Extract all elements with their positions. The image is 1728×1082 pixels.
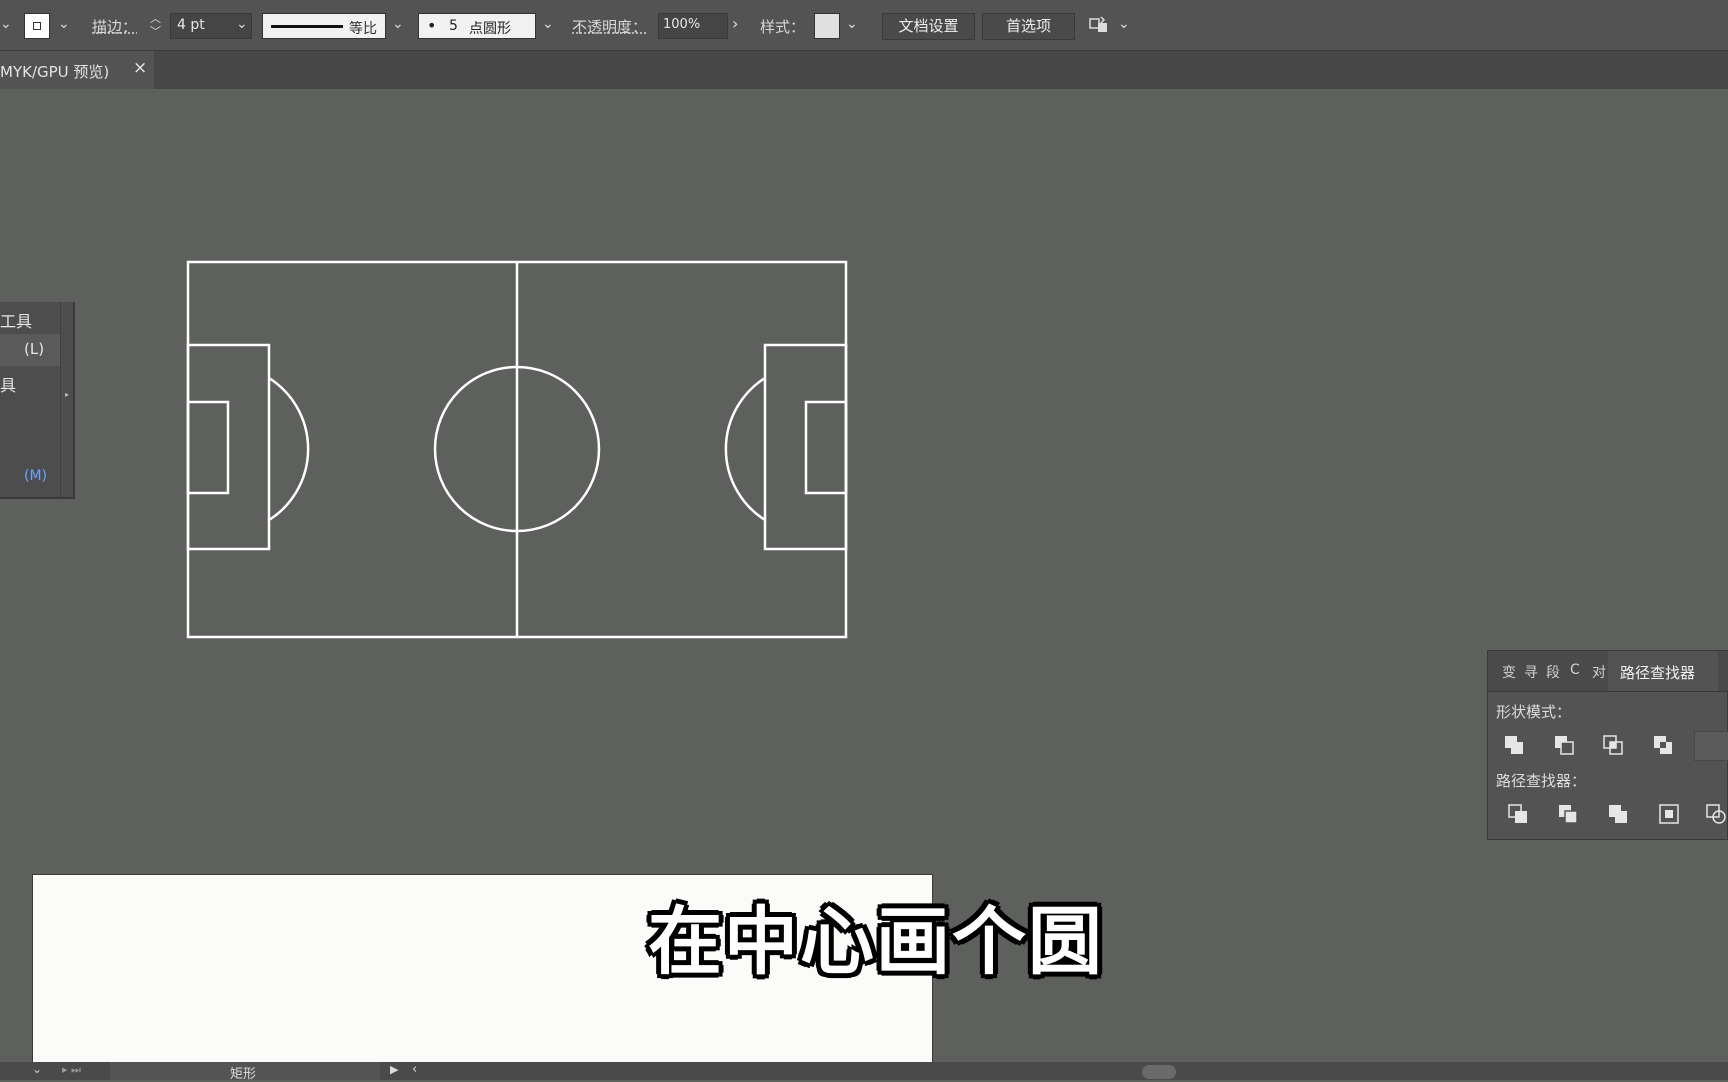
stroke-profile-dropdown[interactable]: 等比	[262, 13, 386, 39]
stroke-swatch-icon	[33, 22, 41, 30]
stroke-weight-value: 4 pt	[177, 17, 205, 33]
tool-flyout-menu: 工具 (L) 具 (M) ▸	[0, 302, 75, 499]
style-label: 样式：	[760, 18, 806, 36]
stroke-weight-chevron-icon[interactable]: ⌄	[236, 16, 248, 32]
document-tab-bar: MYK/GPU 预览) ×	[0, 51, 1728, 89]
brush-size-value: 5	[449, 18, 458, 34]
tool-flyout-item[interactable]: (L)	[0, 334, 60, 366]
current-tool-name: 矩形	[230, 1067, 257, 1082]
tool-flyout-item[interactable]: (M)	[0, 462, 60, 494]
opacity-arrow-icon[interactable]: ›	[732, 14, 738, 33]
tool-flyout-expand-strip[interactable]: ▸	[60, 302, 74, 497]
exclude-icon[interactable]	[1651, 733, 1677, 759]
divide-icon[interactable]	[1506, 802, 1532, 828]
stroke-weight-stepper-icon[interactable]: ︿ ﹀	[150, 12, 161, 38]
crop-icon[interactable]	[1657, 802, 1683, 828]
control-bar: ⌄ ⌄ 描边： ︿ ﹀ 4 pt ⌄ 等比 ⌄ • 5 点圆形 ⌄ 不透明度： 1…	[0, 0, 1728, 51]
brush-definition-dropdown[interactable]: • 5 点圆形	[418, 13, 536, 39]
tool-flyout-shortcut: (L)	[24, 340, 45, 358]
panel-tab-pathfinder[interactable]: 路径查找器	[1608, 651, 1718, 691]
intersect-icon[interactable]	[1601, 733, 1627, 759]
brush-chevron-icon[interactable]: ⌄	[542, 16, 554, 32]
opacity-value: 100%	[663, 17, 701, 32]
minus-front-icon[interactable]	[1552, 733, 1578, 759]
panel-tab-align-2[interactable]: 对	[1592, 662, 1606, 682]
panel-tab-paragraph[interactable]: 段	[1546, 662, 1560, 682]
video-subtitle: 在中心画个圆	[648, 899, 1104, 985]
right-goal-area[interactable]	[804, 400, 848, 495]
unite-icon[interactable]	[1502, 733, 1528, 759]
outline-icon[interactable]	[1704, 802, 1728, 828]
horizontal-scrollbar-thumb[interactable]	[1142, 1065, 1176, 1079]
arrange-documents-chevron-icon[interactable]: ⌄	[1118, 16, 1130, 32]
expand-button[interactable]	[1694, 731, 1728, 761]
left-penalty-arc[interactable]	[268, 376, 310, 522]
fill-dropdown-chevron-icon[interactable]: ⌄	[0, 16, 12, 32]
brush-type-label: 点圆形	[469, 21, 511, 37]
tool-flyout-item[interactable]: 工具	[0, 302, 60, 334]
tool-flyout-shortcut: (M)	[24, 468, 48, 484]
status-display-field[interactable]: 矩形	[110, 1062, 380, 1082]
panel-tab-transform[interactable]: 变	[1502, 662, 1516, 682]
graphic-style-swatch[interactable]	[814, 13, 840, 39]
stroke-profile-label: 等比	[349, 21, 377, 37]
tool-flyout-item[interactable]: 具	[0, 366, 60, 398]
trim-icon[interactable]	[1556, 802, 1582, 828]
pathfinder-title: 路径查找器	[1620, 664, 1696, 682]
left-goal-area[interactable]	[186, 400, 230, 495]
arrange-documents-icon[interactable]	[1088, 14, 1110, 36]
graphic-style-chevron-icon[interactable]: ⌄	[846, 16, 858, 32]
merge-icon[interactable]	[1606, 802, 1632, 828]
status-bar: ⌄ ▸ ⏭ 矩形 ▶ ‹	[0, 1062, 1728, 1082]
pathfinder-panel: 变 寻 段 C 对 路径查找器 形状模式： 路径查找器：	[1487, 650, 1728, 840]
document-setup-button[interactable]: 文档设置	[882, 13, 975, 40]
panel-tab-character[interactable]: C	[1570, 662, 1580, 678]
opacity-field[interactable]: 100%	[658, 13, 728, 39]
opacity-label[interactable]: 不透明度：	[572, 16, 647, 37]
close-icon[interactable]: ×	[133, 58, 147, 78]
panel-tab-align[interactable]: 寻	[1524, 662, 1538, 682]
status-play-icon[interactable]: ▶	[390, 1063, 398, 1076]
document-tab[interactable]: MYK/GPU 预览) ×	[0, 51, 154, 89]
stroke-profile-line-icon	[271, 25, 343, 28]
stroke-color-swatch[interactable]	[24, 13, 50, 39]
tool-flyout-item-label: 具	[0, 376, 17, 395]
stroke-profile-chevron-icon[interactable]: ⌄	[392, 16, 404, 32]
artboard-nav-icon[interactable]: ▸ ⏭	[62, 1063, 81, 1077]
scroll-left-icon[interactable]: ‹	[412, 1062, 417, 1077]
stroke-label[interactable]: 描边：	[92, 16, 137, 37]
pathfinders-label: 路径查找器：	[1496, 772, 1587, 790]
document-tab-title: MYK/GPU 预览)	[0, 63, 110, 81]
stroke-swatch-chevron-icon[interactable]: ⌄	[58, 16, 70, 32]
zoom-chevron-icon[interactable]: ⌄	[32, 1062, 42, 1076]
preferences-button[interactable]: 首选项	[982, 13, 1075, 40]
expand-arrow-icon: ▸	[65, 390, 70, 399]
shape-modes-label: 形状模式：	[1496, 703, 1572, 721]
brush-dot-icon: •	[427, 16, 437, 35]
pathfinder-tab-strip: 变 寻 段 C 对 路径查找器	[1488, 651, 1728, 692]
right-penalty-arc[interactable]	[724, 376, 766, 522]
soccer-field-artwork[interactable]	[180, 250, 860, 650]
tool-flyout-item-label: 工具	[0, 312, 33, 331]
